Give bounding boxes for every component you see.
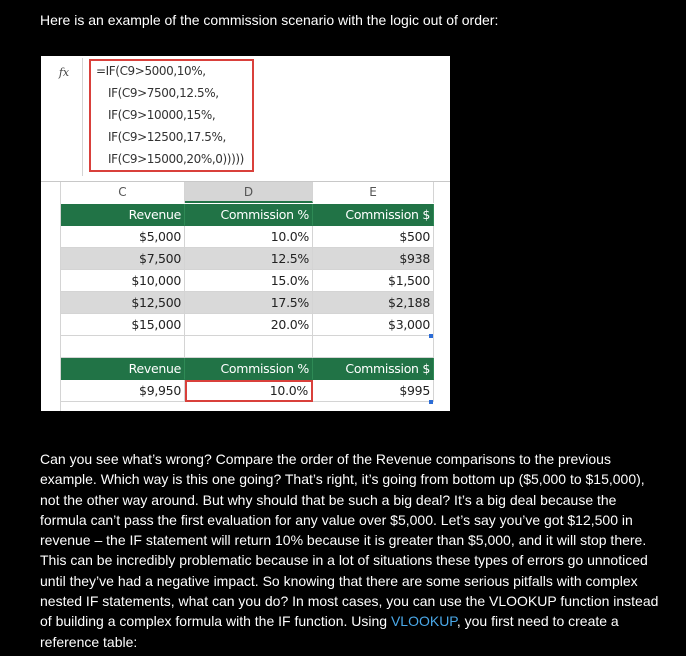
formula-line[interactable]: =IF(C9>5000,10%, xyxy=(96,64,206,79)
selected-commission-percent-cell[interactable]: 10.0% xyxy=(185,380,313,402)
table-row: $10,000 15.0% $1,500 xyxy=(61,270,450,292)
header-commission-percent[interactable]: Commission % xyxy=(185,204,313,226)
table-row: $12,500 17.5% $2,188 xyxy=(61,292,450,314)
revenue-cell[interactable]: $7,500 xyxy=(61,248,185,270)
formula-line[interactable]: IF(C9>7500,12.5%, xyxy=(108,86,219,101)
commission-dollar-cell[interactable]: $2,188 xyxy=(313,292,434,314)
commission-percent-cell[interactable]: 17.5% xyxy=(185,292,313,314)
commission-dollar-cell[interactable]: $500 xyxy=(313,226,434,248)
commission-dollar-cell[interactable]: $3,000 xyxy=(313,314,434,336)
formula-bar-divider xyxy=(82,58,83,176)
revenue-cell[interactable]: $12,500 xyxy=(61,292,185,314)
commission-percent-cell[interactable]: 15.0% xyxy=(185,270,313,292)
paragraph-text: Can you see what’s wrong? Compare the or… xyxy=(40,451,659,630)
commission-dollar-cell[interactable]: $1,500 xyxy=(313,270,434,292)
table-header-row: Revenue Commission % Commission $ xyxy=(61,358,450,380)
fill-handle[interactable] xyxy=(429,400,433,404)
column-header-d[interactable]: D xyxy=(185,182,313,203)
revenue-cell[interactable]: $9,950 xyxy=(61,380,185,402)
empty-cell[interactable] xyxy=(313,336,434,358)
table-row: $15,000 20.0% $3,000 xyxy=(61,314,450,336)
table-header-row: Revenue Commission % Commission $ xyxy=(61,204,450,226)
header-revenue[interactable]: Revenue xyxy=(61,204,185,226)
formula-bar: fx =IF(C9>5000,10%, IF(C9>7500,12.5%, IF… xyxy=(41,56,450,181)
table-row: $5,000 10.0% $500 xyxy=(61,226,450,248)
header-commission-dollar[interactable]: Commission $ xyxy=(313,204,434,226)
table-row: $9,950 10.0% $995 xyxy=(61,380,450,402)
commission-percent-cell[interactable]: 20.0% xyxy=(185,314,313,336)
revenue-cell[interactable]: $10,000 xyxy=(61,270,185,292)
commission-dollar-cell[interactable]: $995 xyxy=(313,380,434,402)
intro-text: Here is an example of the commission sce… xyxy=(40,12,499,28)
explanation-paragraph: Can you see what’s wrong? Compare the or… xyxy=(40,449,664,652)
column-header-c[interactable]: C xyxy=(61,182,185,203)
formula-line[interactable]: IF(C9>10000,15%, xyxy=(108,108,216,123)
header-revenue[interactable]: Revenue xyxy=(61,358,185,380)
vlookup-link[interactable]: VLOOKUP xyxy=(391,613,457,629)
spreadsheet-screenshot: fx =IF(C9>5000,10%, IF(C9>7500,12.5%, IF… xyxy=(41,56,450,411)
empty-cell[interactable] xyxy=(61,336,185,358)
commission-percent-cell[interactable]: 12.5% xyxy=(185,248,313,270)
column-header-e[interactable]: E xyxy=(313,182,434,203)
header-commission-dollar[interactable]: Commission $ xyxy=(313,358,434,380)
function-icon[interactable]: fx xyxy=(53,65,75,81)
revenue-cell[interactable]: $15,000 xyxy=(61,314,185,336)
commission-dollar-cell[interactable]: $938 xyxy=(313,248,434,270)
empty-cell[interactable] xyxy=(185,336,313,358)
commission-percent-cell[interactable]: 10.0% xyxy=(185,226,313,248)
formula-line[interactable]: IF(C9>15000,20%,0))))) xyxy=(108,152,244,167)
header-commission-percent[interactable]: Commission % xyxy=(185,358,313,380)
table-row: $7,500 12.5% $938 xyxy=(61,248,450,270)
formula-line[interactable]: IF(C9>12500,17.5%, xyxy=(108,130,226,145)
row-number-column xyxy=(41,182,61,411)
revenue-cell[interactable]: $5,000 xyxy=(61,226,185,248)
empty-row xyxy=(61,336,450,358)
